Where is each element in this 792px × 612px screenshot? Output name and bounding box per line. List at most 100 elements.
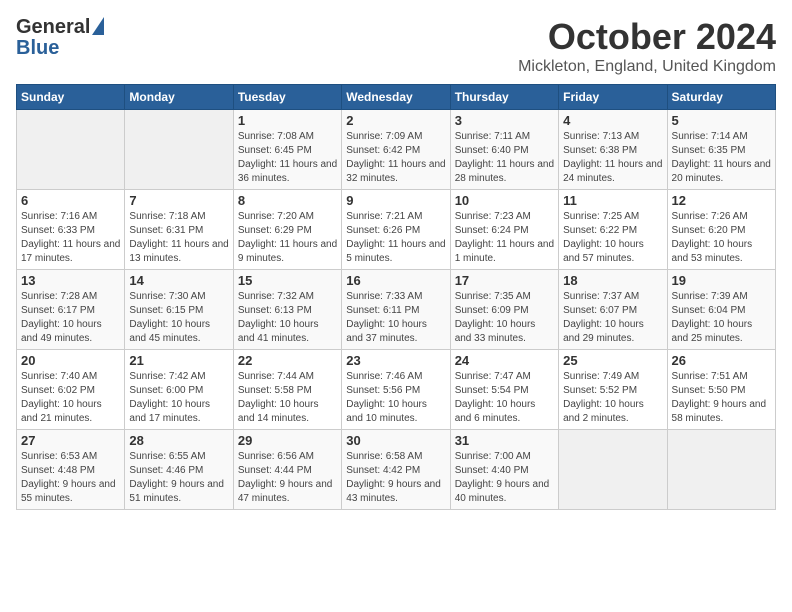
day-info: Sunrise: 7:30 AM Sunset: 6:15 PM Dayligh… bbox=[129, 290, 228, 346]
calendar-cell: 6 Sunrise: 7:16 AM Sunset: 6:33 PM Dayli… bbox=[17, 190, 125, 270]
calendar-cell: 11 Sunrise: 7:25 AM Sunset: 6:22 PM Dayl… bbox=[559, 190, 667, 270]
sunset-text: Sunset: 4:48 PM bbox=[21, 465, 95, 476]
day-number: 3 bbox=[455, 113, 554, 128]
calendar-cell: 2 Sunrise: 7:09 AM Sunset: 6:42 PM Dayli… bbox=[342, 110, 450, 190]
day-number: 13 bbox=[21, 273, 120, 288]
sunset-text: Sunset: 6:24 PM bbox=[455, 225, 529, 236]
day-info: Sunrise: 7:00 AM Sunset: 4:40 PM Dayligh… bbox=[455, 450, 554, 506]
sunrise-text: Sunrise: 6:55 AM bbox=[129, 451, 205, 462]
day-info: Sunrise: 7:44 AM Sunset: 5:58 PM Dayligh… bbox=[238, 370, 337, 426]
sunset-text: Sunset: 6:35 PM bbox=[672, 145, 746, 156]
calendar-cell: 31 Sunrise: 7:00 AM Sunset: 4:40 PM Dayl… bbox=[450, 430, 558, 510]
column-header-friday: Friday bbox=[559, 85, 667, 110]
day-number: 6 bbox=[21, 193, 120, 208]
day-info: Sunrise: 6:56 AM Sunset: 4:44 PM Dayligh… bbox=[238, 450, 337, 506]
sunset-text: Sunset: 6:38 PM bbox=[563, 145, 637, 156]
logo: General Blue bbox=[16, 16, 104, 60]
day-number: 30 bbox=[346, 433, 445, 448]
daylight-text: Daylight: 10 hours and 2 minutes. bbox=[563, 399, 644, 424]
calendar-cell: 24 Sunrise: 7:47 AM Sunset: 5:54 PM Dayl… bbox=[450, 350, 558, 430]
day-number: 20 bbox=[21, 353, 120, 368]
daylight-text: Daylight: 11 hours and 32 minutes. bbox=[346, 159, 445, 184]
sunset-text: Sunset: 6:29 PM bbox=[238, 225, 312, 236]
sunset-text: Sunset: 6:40 PM bbox=[455, 145, 529, 156]
daylight-text: Daylight: 11 hours and 24 minutes. bbox=[563, 159, 662, 184]
daylight-text: Daylight: 10 hours and 49 minutes. bbox=[21, 319, 102, 344]
sunrise-text: Sunrise: 7:13 AM bbox=[563, 131, 639, 142]
sunrise-text: Sunrise: 7:00 AM bbox=[455, 451, 531, 462]
day-info: Sunrise: 7:26 AM Sunset: 6:20 PM Dayligh… bbox=[672, 210, 771, 266]
day-info: Sunrise: 7:47 AM Sunset: 5:54 PM Dayligh… bbox=[455, 370, 554, 426]
sunrise-text: Sunrise: 6:56 AM bbox=[238, 451, 314, 462]
calendar-body: 1 Sunrise: 7:08 AM Sunset: 6:45 PM Dayli… bbox=[17, 110, 776, 510]
day-number: 18 bbox=[563, 273, 662, 288]
daylight-text: Daylight: 10 hours and 25 minutes. bbox=[672, 319, 753, 344]
calendar-cell: 5 Sunrise: 7:14 AM Sunset: 6:35 PM Dayli… bbox=[667, 110, 775, 190]
daylight-text: Daylight: 9 hours and 43 minutes. bbox=[346, 479, 441, 504]
day-number: 9 bbox=[346, 193, 445, 208]
calendar-title: October 2024 Mickleton, England, United … bbox=[518, 16, 776, 76]
calendar-cell: 3 Sunrise: 7:11 AM Sunset: 6:40 PM Dayli… bbox=[450, 110, 558, 190]
sunrise-text: Sunrise: 7:30 AM bbox=[129, 291, 205, 302]
sunset-text: Sunset: 4:46 PM bbox=[129, 465, 203, 476]
day-info: Sunrise: 7:13 AM Sunset: 6:38 PM Dayligh… bbox=[563, 130, 662, 186]
daylight-text: Daylight: 11 hours and 9 minutes. bbox=[238, 239, 337, 264]
sunset-text: Sunset: 6:00 PM bbox=[129, 385, 203, 396]
sunset-text: Sunset: 4:40 PM bbox=[455, 465, 529, 476]
calendar-cell: 26 Sunrise: 7:51 AM Sunset: 5:50 PM Dayl… bbox=[667, 350, 775, 430]
daylight-text: Daylight: 10 hours and 10 minutes. bbox=[346, 399, 427, 424]
day-info: Sunrise: 6:55 AM Sunset: 4:46 PM Dayligh… bbox=[129, 450, 228, 506]
day-info: Sunrise: 7:39 AM Sunset: 6:04 PM Dayligh… bbox=[672, 290, 771, 346]
sunset-text: Sunset: 6:45 PM bbox=[238, 145, 312, 156]
sunset-text: Sunset: 6:04 PM bbox=[672, 305, 746, 316]
day-number: 5 bbox=[672, 113, 771, 128]
daylight-text: Daylight: 10 hours and 21 minutes. bbox=[21, 399, 102, 424]
day-number: 11 bbox=[563, 193, 662, 208]
page-header: General Blue October 2024 Mickleton, Eng… bbox=[16, 16, 776, 76]
daylight-text: Daylight: 10 hours and 6 minutes. bbox=[455, 399, 536, 424]
day-info: Sunrise: 7:11 AM Sunset: 6:40 PM Dayligh… bbox=[455, 130, 554, 186]
sunset-text: Sunset: 6:26 PM bbox=[346, 225, 420, 236]
calendar-cell bbox=[667, 430, 775, 510]
sunset-text: Sunset: 5:56 PM bbox=[346, 385, 420, 396]
sunset-text: Sunset: 6:15 PM bbox=[129, 305, 203, 316]
sunset-text: Sunset: 6:17 PM bbox=[21, 305, 95, 316]
daylight-text: Daylight: 9 hours and 58 minutes. bbox=[672, 399, 767, 424]
day-number: 14 bbox=[129, 273, 228, 288]
calendar-cell: 22 Sunrise: 7:44 AM Sunset: 5:58 PM Dayl… bbox=[233, 350, 341, 430]
calendar-cell: 7 Sunrise: 7:18 AM Sunset: 6:31 PM Dayli… bbox=[125, 190, 233, 270]
calendar-cell: 29 Sunrise: 6:56 AM Sunset: 4:44 PM Dayl… bbox=[233, 430, 341, 510]
sunset-text: Sunset: 6:13 PM bbox=[238, 305, 312, 316]
sunset-text: Sunset: 5:52 PM bbox=[563, 385, 637, 396]
daylight-text: Daylight: 9 hours and 51 minutes. bbox=[129, 479, 224, 504]
calendar-week-row: 13 Sunrise: 7:28 AM Sunset: 6:17 PM Dayl… bbox=[17, 270, 776, 350]
calendar-cell: 13 Sunrise: 7:28 AM Sunset: 6:17 PM Dayl… bbox=[17, 270, 125, 350]
calendar-week-row: 6 Sunrise: 7:16 AM Sunset: 6:33 PM Dayli… bbox=[17, 190, 776, 270]
column-header-thursday: Thursday bbox=[450, 85, 558, 110]
calendar-week-row: 20 Sunrise: 7:40 AM Sunset: 6:02 PM Dayl… bbox=[17, 350, 776, 430]
calendar-cell: 9 Sunrise: 7:21 AM Sunset: 6:26 PM Dayli… bbox=[342, 190, 450, 270]
sunrise-text: Sunrise: 7:25 AM bbox=[563, 211, 639, 222]
sunset-text: Sunset: 6:22 PM bbox=[563, 225, 637, 236]
sunrise-text: Sunrise: 7:11 AM bbox=[455, 131, 530, 142]
day-number: 4 bbox=[563, 113, 662, 128]
sunrise-text: Sunrise: 7:40 AM bbox=[21, 371, 97, 382]
sunrise-text: Sunrise: 7:46 AM bbox=[346, 371, 422, 382]
column-header-sunday: Sunday bbox=[17, 85, 125, 110]
sunrise-text: Sunrise: 7:32 AM bbox=[238, 291, 314, 302]
daylight-text: Daylight: 10 hours and 45 minutes. bbox=[129, 319, 210, 344]
sunrise-text: Sunrise: 7:18 AM bbox=[129, 211, 205, 222]
sunset-text: Sunset: 5:54 PM bbox=[455, 385, 529, 396]
calendar-cell: 20 Sunrise: 7:40 AM Sunset: 6:02 PM Dayl… bbox=[17, 350, 125, 430]
sunrise-text: Sunrise: 7:21 AM bbox=[346, 211, 422, 222]
calendar-cell: 27 Sunrise: 6:53 AM Sunset: 4:48 PM Dayl… bbox=[17, 430, 125, 510]
day-number: 24 bbox=[455, 353, 554, 368]
daylight-text: Daylight: 11 hours and 5 minutes. bbox=[346, 239, 445, 264]
sunrise-text: Sunrise: 7:20 AM bbox=[238, 211, 314, 222]
day-info: Sunrise: 7:35 AM Sunset: 6:09 PM Dayligh… bbox=[455, 290, 554, 346]
calendar-cell: 16 Sunrise: 7:33 AM Sunset: 6:11 PM Dayl… bbox=[342, 270, 450, 350]
day-number: 12 bbox=[672, 193, 771, 208]
day-number: 28 bbox=[129, 433, 228, 448]
day-info: Sunrise: 6:53 AM Sunset: 4:48 PM Dayligh… bbox=[21, 450, 120, 506]
day-info: Sunrise: 7:40 AM Sunset: 6:02 PM Dayligh… bbox=[21, 370, 120, 426]
